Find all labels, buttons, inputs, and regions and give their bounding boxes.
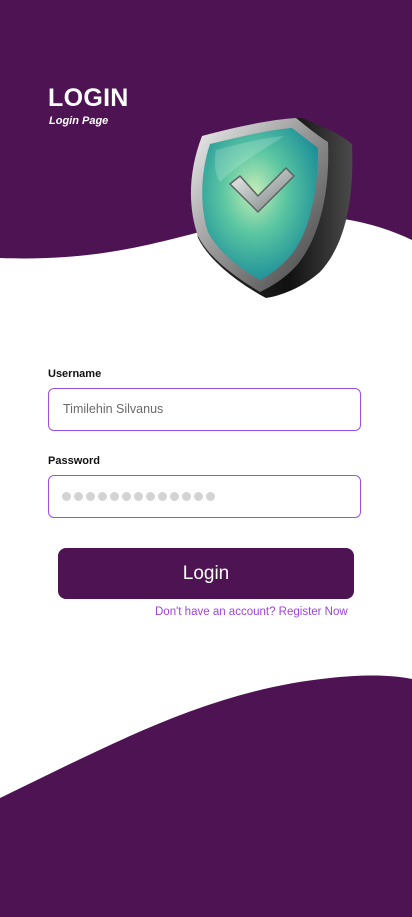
bottom-wave-background — [0, 675, 412, 917]
password-mask-dot — [122, 492, 131, 501]
password-mask-dot — [86, 492, 95, 501]
password-mask-dot — [74, 492, 83, 501]
page-subtitle: Login Page — [49, 115, 109, 127]
password-mask-dot — [98, 492, 107, 501]
username-label: Username — [48, 368, 102, 380]
password-mask-dot — [206, 492, 215, 501]
password-label: Password — [48, 455, 100, 467]
password-mask-dot — [170, 492, 179, 501]
register-link[interactable]: Don't have an account? Register Now — [155, 606, 348, 618]
shield-check-icon — [190, 118, 353, 298]
password-mask — [62, 492, 215, 502]
password-mask-dot — [182, 492, 191, 501]
username-input[interactable]: Timilehin Silvanus — [48, 388, 361, 431]
password-mask-dot — [146, 492, 155, 501]
password-mask-dot — [62, 492, 71, 501]
username-value: Timilehin Silvanus — [63, 402, 164, 416]
password-input[interactable] — [48, 475, 361, 518]
password-mask-dot — [110, 492, 119, 501]
password-mask-dot — [158, 492, 167, 501]
password-mask-dot — [134, 492, 143, 501]
page-title: LOGIN — [48, 84, 129, 112]
password-mask-dot — [194, 492, 203, 501]
login-button[interactable]: Login — [58, 548, 354, 599]
